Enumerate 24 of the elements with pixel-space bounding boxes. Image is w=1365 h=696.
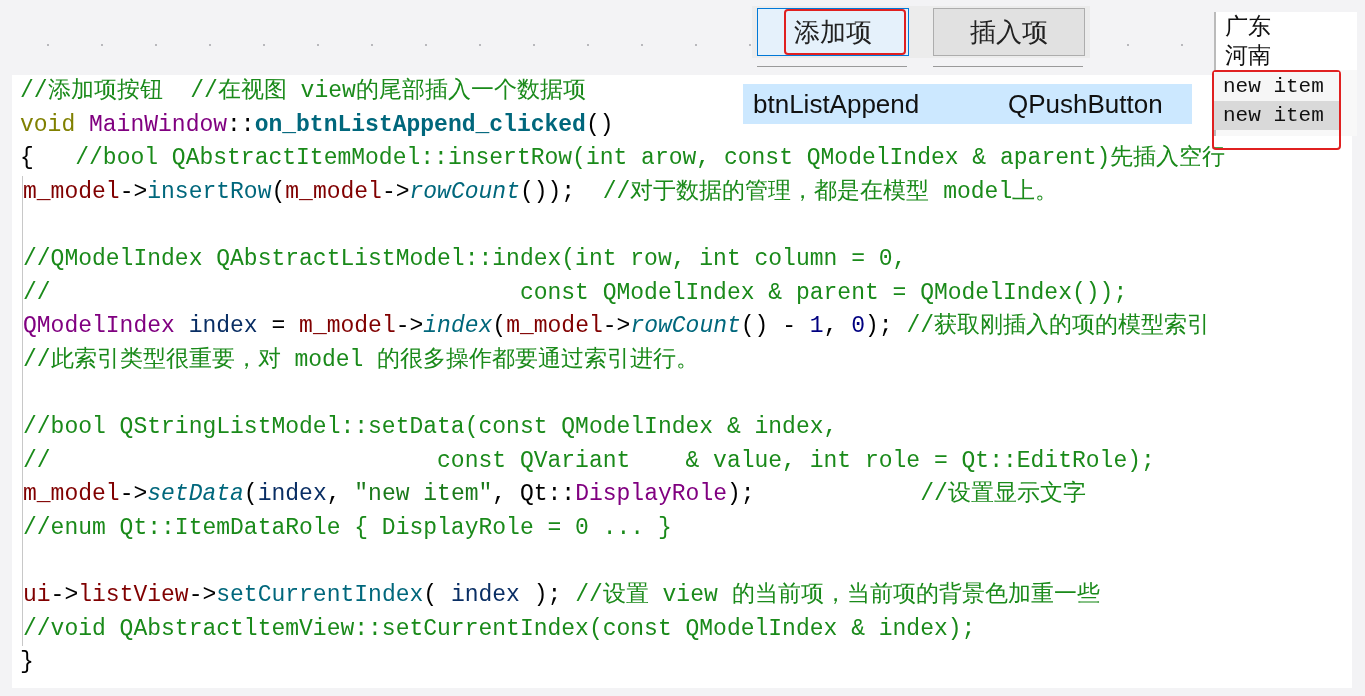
code-line: //void QAbstractltemView::setCurrentIndex(const QModelIndex & index);: [23, 614, 976, 644]
code-line: //enum Qt::ItemDataRole { DisplayRole = 0 ... }: [23, 513, 672, 543]
list-item[interactable]: new item: [1214, 101, 1339, 130]
code-line: QModelIndex index = m_model->index(m_model->rowCount() - 1, 0); //获取刚插入的项的模型索引: [23, 312, 1211, 342]
class-name: QPushButton: [1008, 88, 1163, 120]
code-line: //此索引类型很重要，对 model 的很多操作都要通过索引进行。: [23, 345, 700, 375]
list-item[interactable]: 广东: [1216, 12, 1357, 41]
push-button[interactable]: 添加项: [757, 8, 909, 56]
code-line: ui->listView->setCurrentIndex( index ); //设置 view 的当前项，当前项的背景色加重一些: [23, 580, 1100, 610]
code-line: void MainWindow::on_btnListAppend_clicked(): [20, 110, 614, 140]
code-line: m_model->insertRow(m_model->rowCount()); //对于数据的管理，都是在模型 model上。: [23, 177, 1059, 207]
code-line: { //bool QAbstractItemModel::insertRow(int arow, const QModelIndex & aparent)先插入空行: [20, 143, 1226, 174]
code-line: //bool QStringListModel::setData(const QModelIndex & index,: [23, 412, 838, 442]
object-name: btnListAppend: [753, 88, 921, 120]
list-item[interactable]: 河南: [1216, 41, 1357, 70]
code-line: //添加项按钮 //在视图 view的尾部插入一个数据项: [20, 76, 586, 106]
code-line: }: [20, 648, 34, 678]
list-item[interactable]: new item: [1214, 72, 1339, 101]
code-line: // const QVariant & value, int role = Qt::EditRole);: [23, 446, 1155, 476]
code-line: // const QModelIndex & parent = QModelIndex());: [23, 278, 1128, 308]
code-line: //QModelIndex QAbstractListModel::index(int row, int column = 0,: [23, 244, 907, 274]
property-row[interactable]: btnListAppend QPushButton: [743, 84, 1192, 124]
push-button[interactable]: 插入项: [933, 8, 1085, 56]
code-line: m_model->setData(index, "new item", Qt::DisplayRole); //设置显示文字: [23, 479, 1086, 510]
